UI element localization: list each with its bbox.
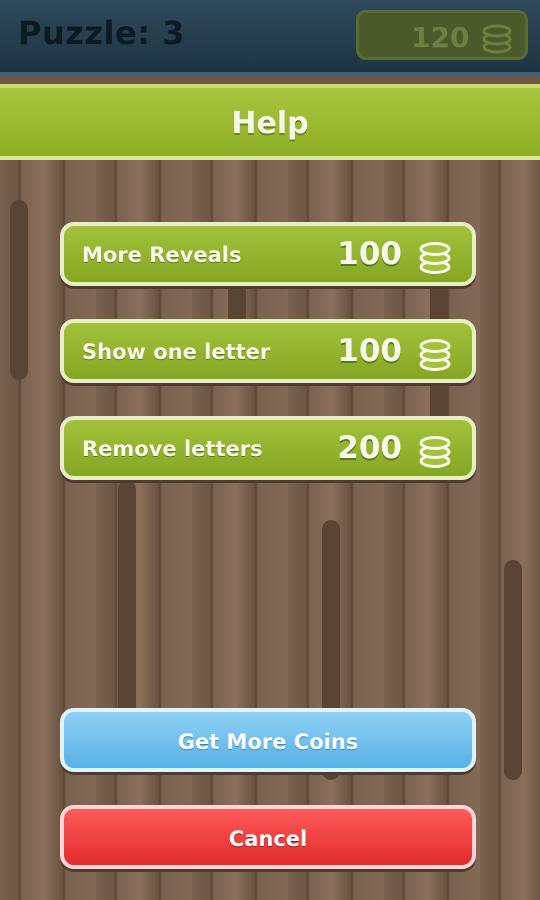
coin-stack-icon: [416, 430, 454, 474]
coin-balance[interactable]: 120: [356, 10, 528, 60]
cancel-button[interactable]: Cancel: [60, 805, 476, 869]
option-remove-letters[interactable]: Remove letters 200: [60, 416, 476, 480]
option-more-reveals[interactable]: More Reveals 100: [60, 222, 476, 286]
help-header: Help: [0, 84, 540, 162]
get-more-coins-button[interactable]: Get More Coins: [60, 708, 476, 772]
option-price: 200: [337, 430, 402, 466]
help-title: Help: [231, 106, 309, 141]
coin-stack-icon: [416, 333, 454, 377]
coin-stack-icon: [479, 19, 515, 59]
coin-count: 120: [411, 21, 470, 54]
option-label: More Reveals: [82, 243, 242, 267]
wood-grain: [504, 560, 522, 780]
option-price: 100: [337, 236, 402, 272]
cancel-label: Cancel: [228, 827, 308, 851]
wood-grain: [118, 480, 136, 720]
get-more-coins-label: Get More Coins: [177, 730, 359, 754]
coin-stack-icon: [416, 236, 454, 280]
option-price: 100: [337, 333, 402, 369]
top-bar: Puzzle: 3 120: [0, 0, 540, 76]
option-show-one-letter[interactable]: Show one letter 100: [60, 319, 476, 383]
wood-grain: [10, 200, 28, 380]
option-label: Show one letter: [82, 340, 271, 364]
puzzle-title: Puzzle: 3: [18, 14, 185, 52]
option-label: Remove letters: [82, 437, 263, 461]
